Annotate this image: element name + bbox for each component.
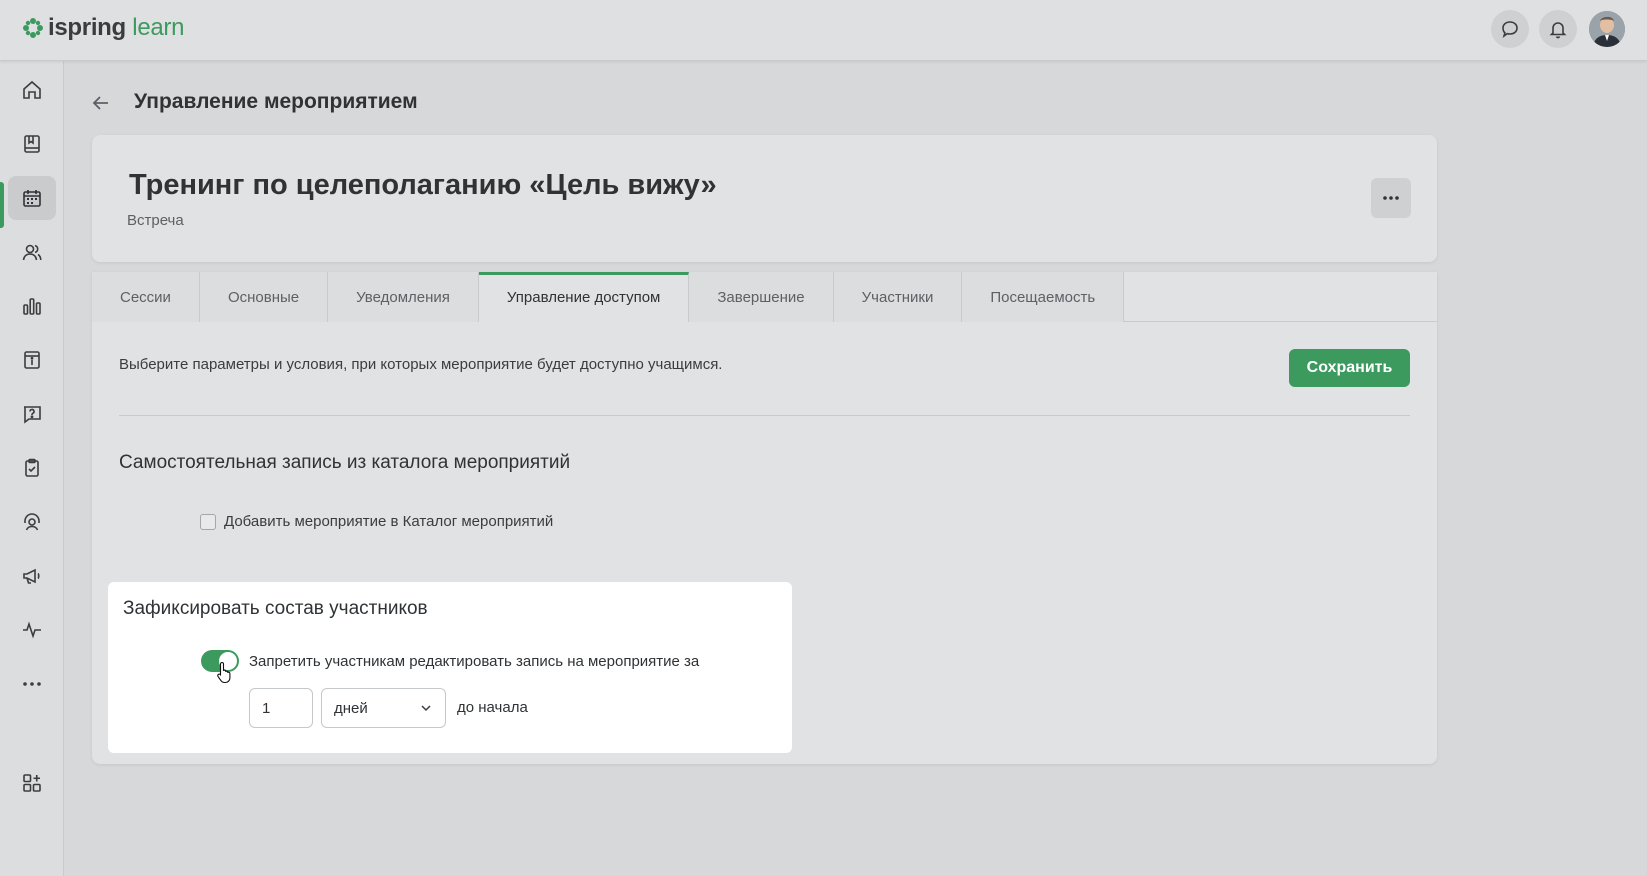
tab-completion[interactable]: Завершение	[689, 272, 834, 322]
sidebar	[0, 61, 64, 876]
chat-icon	[1502, 21, 1518, 39]
logo-text: ispring learn	[48, 14, 185, 41]
sidebar-item-events[interactable]	[8, 176, 56, 220]
event-header-card: Тренинг по целеполаганию «Цель вижу» Вст…	[92, 135, 1437, 262]
sidebar-item-users[interactable]	[8, 230, 56, 274]
sidebar-item-courses[interactable]	[8, 122, 56, 166]
event-type: Встреча	[127, 212, 184, 229]
sidebar-item-info[interactable]	[8, 338, 56, 382]
save-button[interactable]: Сохранить	[1289, 349, 1410, 387]
tab-notifications[interactable]: Уведомления	[328, 272, 479, 322]
apps-add-icon	[23, 774, 41, 792]
notifications-button[interactable]	[1539, 10, 1577, 48]
tab-sessions[interactable]: Сессии	[92, 272, 200, 322]
logo[interactable]: ispring learn	[22, 14, 184, 42]
more-icon	[23, 682, 41, 686]
sidebar-item-announcements[interactable]	[8, 554, 56, 598]
event-title: Тренинг по целеполаганию «Цель вижу»	[129, 169, 717, 201]
tab-attendance[interactable]: Посещаемость	[962, 272, 1125, 322]
time-unit-select[interactable]: дней	[321, 688, 446, 728]
fix-section-title: Зафиксировать состав участников	[123, 598, 428, 619]
more-horizontal-icon	[1383, 196, 1399, 200]
bell-icon	[1549, 22, 1567, 39]
fix-participants-panel: Зафиксировать состав участников Запретит…	[108, 582, 792, 753]
avatar[interactable]	[1589, 11, 1625, 47]
tab-access-control[interactable]: Управление доступом	[478, 272, 690, 322]
calendar-icon	[23, 190, 41, 207]
top-bar: ispring learn	[0, 0, 1647, 61]
home-icon	[23, 80, 41, 99]
more-actions-button[interactable]	[1371, 178, 1411, 218]
tab-bar: Сессии Основные Уведомления Управление д…	[92, 272, 1437, 322]
support-icon	[24, 513, 40, 531]
sidebar-active-indicator	[0, 182, 4, 228]
divider	[119, 415, 1410, 416]
days-input[interactable]: 1	[249, 688, 313, 728]
clipboard-check-icon	[25, 458, 39, 477]
activity-icon	[23, 621, 41, 639]
hand-cursor-icon	[217, 661, 231, 684]
question-icon	[24, 406, 41, 424]
sidebar-item-more[interactable]	[8, 662, 56, 706]
sidebar-item-home[interactable]	[8, 68, 56, 112]
back-button[interactable]	[90, 92, 112, 119]
logo-icon	[23, 18, 43, 38]
users-icon	[22, 244, 42, 261]
catalog-checkbox-row[interactable]: Добавить мероприятие в Каталог мероприят…	[200, 513, 553, 530]
tab-general[interactable]: Основные	[199, 272, 329, 322]
sidebar-item-reports[interactable]	[8, 284, 56, 328]
sidebar-item-apps[interactable]	[8, 761, 56, 805]
chat-button[interactable]	[1491, 10, 1529, 48]
sidebar-item-support[interactable]	[8, 500, 56, 544]
before-start-label: до начала	[457, 699, 528, 716]
catalog-checkbox[interactable]	[200, 513, 216, 530]
access-description: Выберите параметры и условия, при которы…	[119, 356, 723, 373]
catalog-section-title: Самостоятельная запись из каталога мероп…	[119, 452, 571, 473]
sidebar-item-activity[interactable]	[8, 608, 56, 652]
time-unit-value: дней	[334, 699, 368, 717]
megaphone-icon	[23, 568, 40, 584]
catalog-checkbox-label: Добавить мероприятие в Каталог мероприят…	[224, 513, 554, 530]
info-icon	[24, 351, 40, 369]
book-icon	[24, 135, 40, 153]
chevron-down-icon	[421, 705, 431, 712]
chart-icon	[23, 298, 41, 315]
page-title: Управление мероприятием	[134, 90, 418, 113]
lock-registration-label: Запретить участникам редактировать запис…	[249, 653, 700, 670]
arrow-left-icon	[92, 96, 108, 110]
tab-participants[interactable]: Участники	[833, 272, 963, 322]
sidebar-item-questions[interactable]	[8, 392, 56, 436]
sidebar-item-assignments[interactable]	[8, 446, 56, 490]
